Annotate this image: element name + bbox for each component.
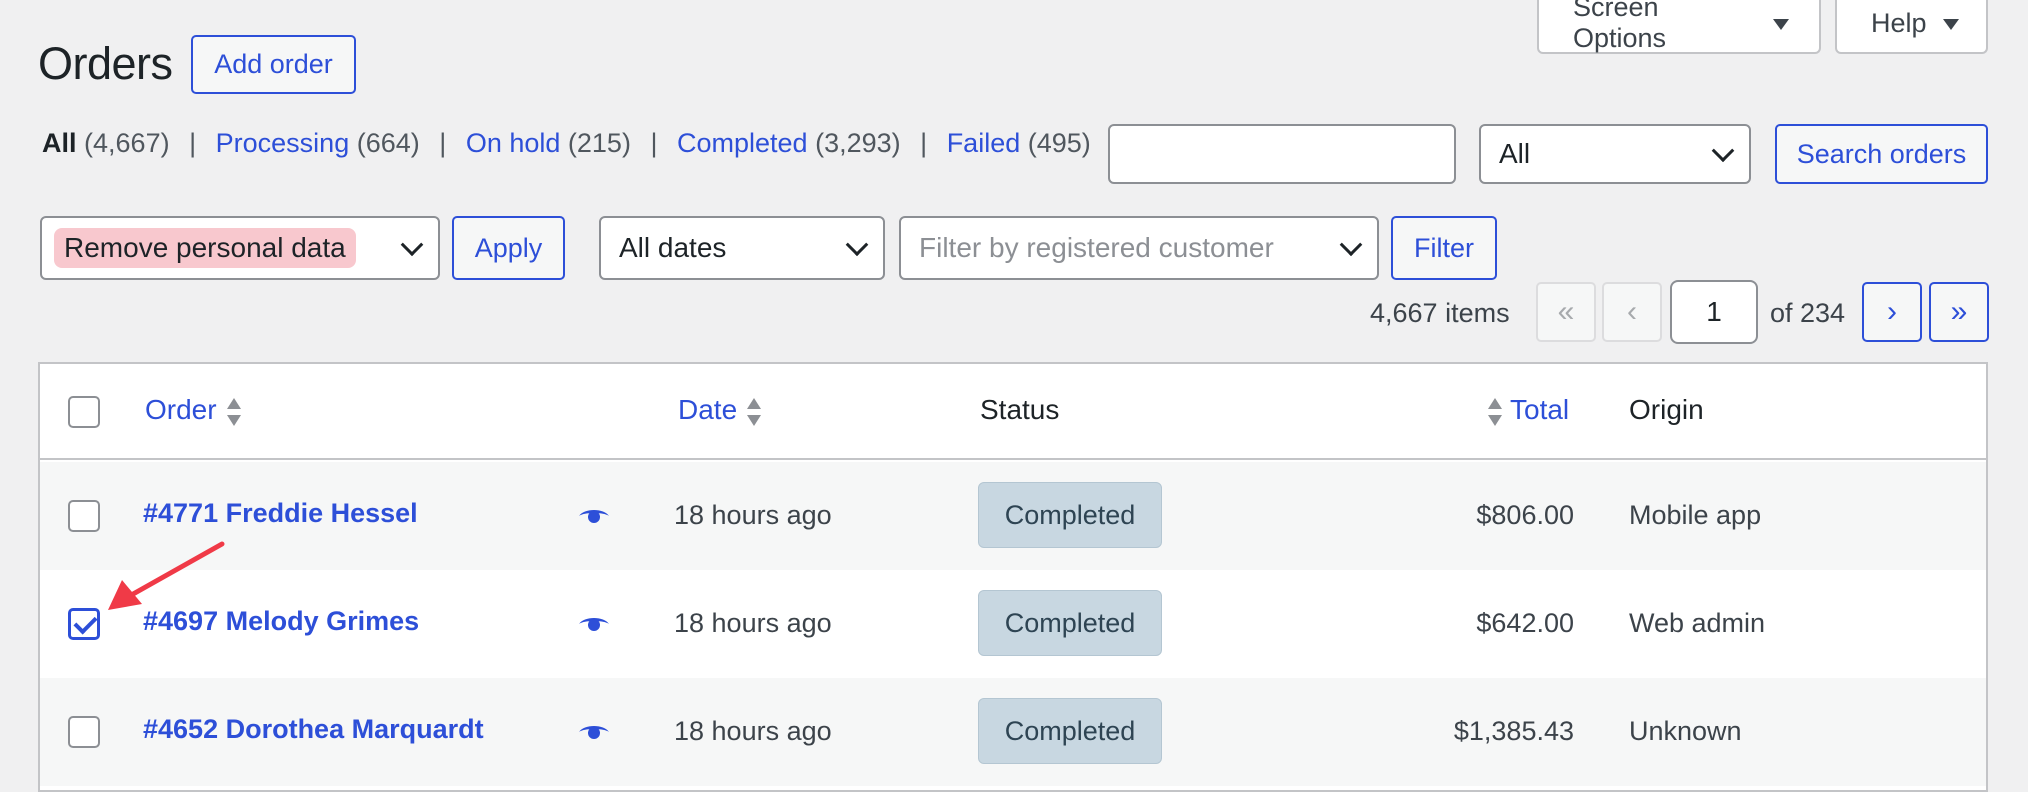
status-filter-value: All [1499, 138, 1531, 169]
chevron-down-icon [845, 233, 869, 257]
screen-options-label: Screen Options [1573, 0, 1667, 53]
view-all[interactable]: All [42, 128, 77, 158]
orders-table: Order Date Status Total Origin #4771 Fre… [38, 362, 1988, 792]
view-separator: | [189, 128, 197, 158]
chevron-down-icon [400, 233, 424, 257]
dates-value: All dates [619, 232, 727, 263]
help-label: Help [1871, 7, 1927, 38]
screen-options-button[interactable]: Screen Options [1537, 0, 1821, 54]
next-page-button[interactable]: › [1862, 282, 1922, 342]
column-origin: Origin [1629, 394, 1704, 425]
order-date: 18 hours ago [674, 608, 832, 638]
add-order-button[interactable]: Add order [191, 35, 356, 94]
items-count: 4,667 items [1370, 298, 1510, 328]
view-count: (3,293) [815, 128, 901, 158]
page-title: Orders [38, 38, 173, 89]
column-total[interactable]: Total [1488, 394, 1569, 427]
first-page-button[interactable]: « [1536, 282, 1596, 342]
preview-eye-icon[interactable] [578, 614, 610, 634]
total-pages: of 234 [1770, 298, 1846, 328]
search-orders-button[interactable]: Search orders [1775, 124, 1988, 184]
order-link[interactable]: #4771 Freddie Hessel [143, 498, 418, 529]
status-badge: Completed [978, 482, 1162, 548]
view-count: (495) [1027, 128, 1091, 158]
table-row[interactable]: #4771 Freddie Hessel 18 hours ago Comple… [40, 462, 1986, 570]
table-row[interactable]: #4652 Dorothea Marquardt 18 hours ago Co… [40, 678, 1986, 786]
order-total: $806.00 [1476, 500, 1574, 530]
preview-eye-icon[interactable] [578, 506, 610, 526]
filter-button[interactable]: Filter [1391, 216, 1497, 280]
order-status-views: All (4,667) | Processing (664) | On hold… [42, 128, 1091, 159]
chevron-down-icon [1339, 233, 1363, 257]
caret-down-icon [1773, 18, 1789, 30]
bulk-action-select[interactable]: Remove personal data [40, 216, 440, 280]
view-count: (215) [567, 128, 631, 158]
order-total: $1,385.43 [1453, 716, 1574, 746]
order-date: 18 hours ago [674, 500, 832, 530]
column-order[interactable]: Order [145, 394, 241, 427]
customer-filter-placeholder: Filter by registered customer [919, 232, 1274, 263]
table-header: Order Date Status Total Origin [40, 364, 1986, 460]
row-checkbox[interactable] [68, 500, 100, 532]
current-page-input[interactable]: 1 [1670, 280, 1758, 344]
order-link[interactable]: #4652 Dorothea Marquardt [143, 714, 484, 745]
view-failed[interactable]: Failed [947, 128, 1021, 158]
view-completed[interactable]: Completed [677, 128, 808, 158]
view-on-hold[interactable]: On hold [466, 128, 561, 158]
view-processing[interactable]: Processing [216, 128, 350, 158]
sort-icon [747, 397, 762, 427]
status-filter-select[interactable]: All [1479, 124, 1751, 184]
customer-filter-select[interactable]: Filter by registered customer [899, 216, 1379, 280]
annotation-arrow-icon [108, 541, 225, 610]
select-all-checkbox[interactable] [68, 396, 100, 428]
bulk-action-value: Remove personal data [54, 228, 356, 268]
order-origin: Mobile app [1629, 500, 1762, 530]
apply-button[interactable]: Apply [452, 216, 565, 280]
preview-eye-icon[interactable] [578, 722, 610, 742]
last-page-button[interactable]: » [1929, 282, 1989, 342]
view-count: (4,667) [84, 128, 170, 158]
view-separator: | [439, 128, 447, 158]
search-input[interactable] [1108, 124, 1456, 184]
column-total-label: Total [1510, 394, 1570, 425]
prev-page-button[interactable]: ‹ [1602, 282, 1662, 342]
table-row[interactable]: #4697 Melody Grimes 18 hours ago Complet… [40, 570, 1986, 678]
chevron-down-icon [1711, 139, 1735, 163]
row-checkbox[interactable] [68, 716, 100, 748]
order-date: 18 hours ago [674, 716, 832, 746]
sort-icon [1488, 397, 1502, 427]
order-origin: Unknown [1629, 716, 1742, 746]
column-status: Status [980, 394, 1060, 425]
column-date[interactable]: Date [678, 394, 762, 427]
caret-down-icon [1942, 18, 1959, 30]
view-count: (664) [356, 128, 420, 158]
column-order-label: Order [145, 394, 217, 425]
view-separator: | [650, 128, 658, 158]
order-origin: Web admin [1629, 608, 1766, 638]
dates-select[interactable]: All dates [599, 216, 885, 280]
sort-icon [226, 397, 241, 427]
view-separator: | [920, 128, 928, 158]
status-badge: Completed [978, 698, 1162, 764]
order-total: $642.00 [1476, 608, 1574, 638]
help-button[interactable]: Help [1835, 0, 1988, 54]
column-date-label: Date [678, 394, 738, 425]
status-badge: Completed [978, 590, 1162, 656]
